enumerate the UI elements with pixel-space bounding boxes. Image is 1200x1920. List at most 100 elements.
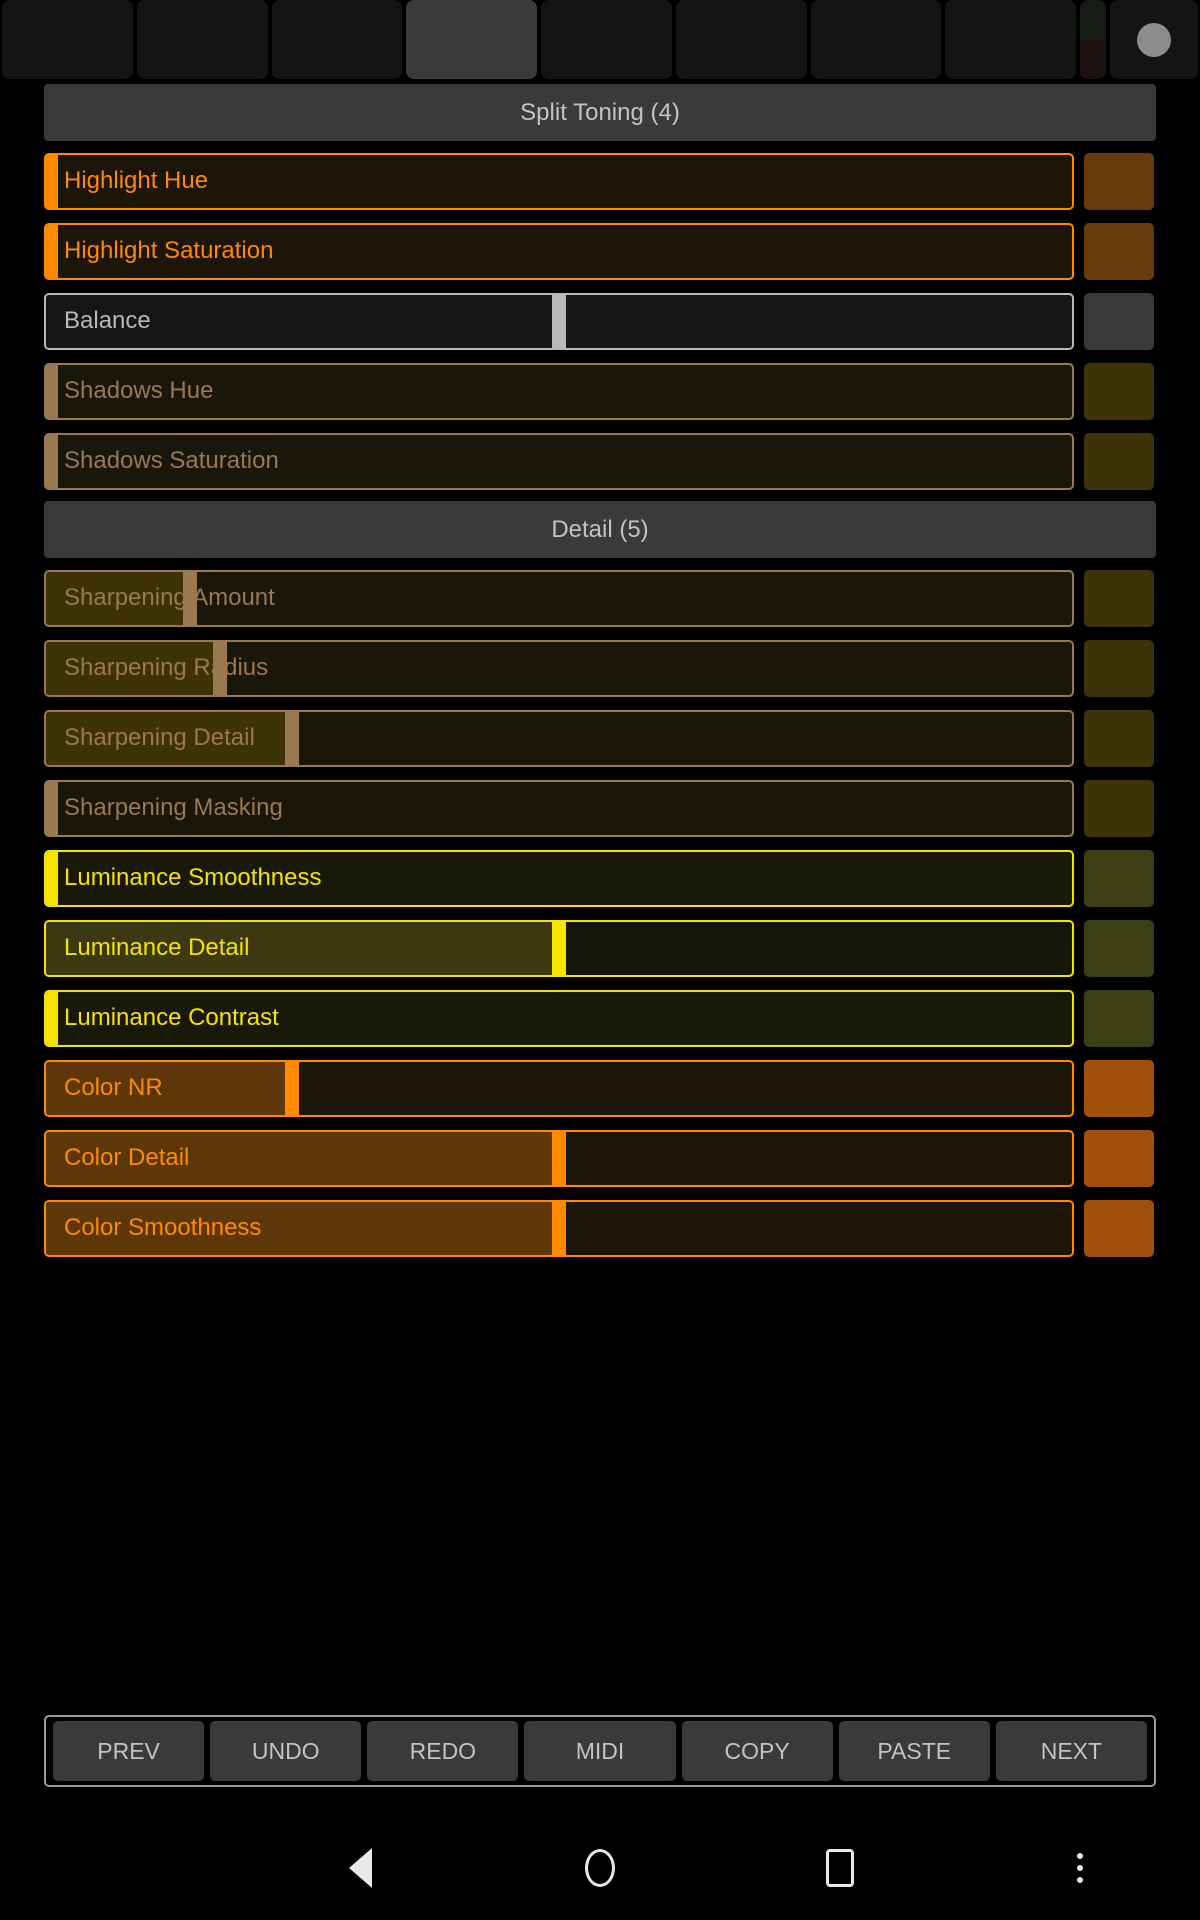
nav-overflow-button[interactable]: [960, 1852, 1200, 1883]
slider-row: Sharpening Amount: [44, 563, 1200, 633]
slider-row: Luminance Contrast: [44, 983, 1200, 1053]
slider-thumb[interactable]: [552, 1201, 566, 1255]
top-tab-split-indicator[interactable]: [1080, 0, 1106, 79]
copy-button[interactable]: COPY: [681, 1721, 833, 1781]
slider-fill: [46, 641, 221, 695]
slider-sharpening-radius[interactable]: Sharpening Radius: [44, 639, 1074, 697]
split-indicator-bottom-half: [1080, 39, 1106, 79]
adjustments-panel: Split Toning (4) Highlight Hue Highlight S…: [0, 79, 1200, 1920]
slider-thumb[interactable]: [552, 1131, 566, 1185]
top-tab-bar: [0, 0, 1200, 79]
slider-fill: [46, 1201, 559, 1255]
slider-value-swatch[interactable]: [1084, 569, 1154, 627]
nav-recents-button[interactable]: [720, 1848, 960, 1887]
slider-label: Highlight Saturation: [64, 237, 274, 264]
top-tab-2[interactable]: [136, 0, 268, 79]
slider-value-swatch[interactable]: [1084, 1059, 1154, 1117]
slider-thumb[interactable]: [285, 711, 300, 765]
top-tab-6[interactable]: [675, 0, 807, 79]
paste-button[interactable]: PASTE: [838, 1721, 990, 1781]
slider-row: Color Detail: [44, 1123, 1200, 1193]
slider-value-swatch[interactable]: [1084, 1129, 1154, 1187]
slider-value-swatch[interactable]: [1084, 639, 1154, 697]
slider-row: Highlight Saturation: [44, 216, 1200, 286]
app-root: Split Toning (4) Highlight Hue Highlight S…: [0, 0, 1200, 1920]
slider-thumb[interactable]: [46, 851, 58, 905]
nav-overflow-icon: [1077, 1852, 1083, 1883]
slider-highlight-saturation[interactable]: Highlight Saturation: [44, 222, 1074, 280]
midi-button[interactable]: MIDI: [524, 1721, 676, 1781]
redo-button[interactable]: REDO: [367, 1721, 519, 1781]
slider-row: Luminance Smoothness: [44, 843, 1200, 913]
android-navigation-bar: [0, 1815, 1200, 1920]
slider-label: Highlight Hue: [64, 167, 209, 194]
slider-value-swatch[interactable]: [1084, 222, 1154, 280]
slider-value-swatch[interactable]: [1084, 1199, 1154, 1257]
slider-label: Luminance Contrast: [64, 1004, 279, 1031]
slider-color-detail[interactable]: Color Detail: [44, 1129, 1074, 1187]
top-tab-5[interactable]: [541, 0, 672, 79]
slider-luminance-contrast[interactable]: Luminance Contrast: [44, 989, 1074, 1047]
slider-thumb[interactable]: [46, 224, 58, 278]
slider-value-swatch[interactable]: [1084, 432, 1154, 490]
slider-thumb[interactable]: [46, 781, 58, 835]
slider-shadows-hue[interactable]: Shadows Hue: [44, 362, 1074, 420]
top-tab-1[interactable]: [2, 0, 133, 79]
nav-home-icon: [585, 1848, 615, 1887]
slider-luminance-detail[interactable]: Luminance Detail: [44, 919, 1074, 977]
next-button[interactable]: NEXT: [995, 1721, 1147, 1781]
slider-row: Sharpening Detail: [44, 703, 1200, 773]
slider-row: Highlight Hue: [44, 146, 1200, 216]
slider-value-swatch[interactable]: [1084, 152, 1154, 210]
slider-highlight-hue[interactable]: Highlight Hue: [44, 152, 1074, 210]
top-tab-8[interactable]: [945, 0, 1076, 79]
split-indicator-top-half: [1080, 0, 1106, 40]
slider-color-smoothness[interactable]: Color Smoothness: [44, 1199, 1074, 1257]
slider-value-swatch[interactable]: [1084, 989, 1154, 1047]
undo-button[interactable]: UNDO: [210, 1721, 362, 1781]
slider-sharpening-detail[interactable]: Sharpening Detail: [44, 709, 1074, 767]
slider-shadows-saturation[interactable]: Shadows Saturation: [44, 432, 1074, 490]
slider-label: Luminance Smoothness: [64, 864, 322, 891]
slider-thumb[interactable]: [46, 991, 58, 1045]
section-title: Detail (5): [551, 515, 649, 543]
slider-thumb[interactable]: [552, 294, 566, 348]
slider-thumb[interactable]: [46, 154, 58, 208]
slider-sharpening-amount[interactable]: Sharpening Amount: [44, 569, 1074, 627]
slider-label: Shadows Hue: [64, 377, 214, 404]
slider-row: Sharpening Masking: [44, 773, 1200, 843]
slider-fill: [46, 294, 559, 348]
slider-row: Luminance Detail: [44, 913, 1200, 983]
slider-value-swatch[interactable]: [1084, 362, 1154, 420]
slider-fill: [46, 1061, 293, 1115]
slider-thumb[interactable]: [182, 571, 197, 625]
top-tab-7[interactable]: [810, 0, 942, 79]
slider-balance[interactable]: Balance: [44, 292, 1074, 350]
slider-luminance-smoothness[interactable]: Luminance Smoothness: [44, 849, 1074, 907]
slider-thumb[interactable]: [213, 641, 228, 695]
top-tab-3[interactable]: [271, 0, 403, 79]
nav-back-button[interactable]: [240, 1847, 480, 1888]
status-indicator-tab[interactable]: [1110, 0, 1198, 79]
action-button-bar: PREV UNDO REDO MIDI COPY PASTE NEXT: [44, 1715, 1156, 1787]
slider-value-swatch[interactable]: [1084, 292, 1154, 350]
slider-value-swatch[interactable]: [1084, 779, 1154, 837]
nav-home-button[interactable]: [480, 1848, 720, 1887]
slider-value-swatch[interactable]: [1084, 919, 1154, 977]
slider-thumb[interactable]: [552, 921, 566, 975]
slider-fill: [46, 1131, 559, 1185]
slider-fill: [46, 711, 293, 765]
slider-sharpening-masking[interactable]: Sharpening Masking: [44, 779, 1074, 837]
slider-thumb[interactable]: [285, 1061, 300, 1115]
slider-thumb[interactable]: [46, 364, 58, 418]
section-header[interactable]: Split Toning (4): [44, 84, 1156, 141]
slider-value-swatch[interactable]: [1084, 849, 1154, 907]
slider-color-nr[interactable]: Color NR: [44, 1059, 1074, 1117]
section-header[interactable]: Detail (5): [44, 501, 1156, 558]
prev-button[interactable]: PREV: [53, 1721, 205, 1781]
top-tab-4[interactable]: [406, 0, 537, 79]
slider-value-swatch[interactable]: [1084, 709, 1154, 767]
slider-fill: [46, 921, 559, 975]
slider-thumb[interactable]: [46, 434, 58, 488]
slider-label: Sharpening Masking: [64, 794, 283, 821]
